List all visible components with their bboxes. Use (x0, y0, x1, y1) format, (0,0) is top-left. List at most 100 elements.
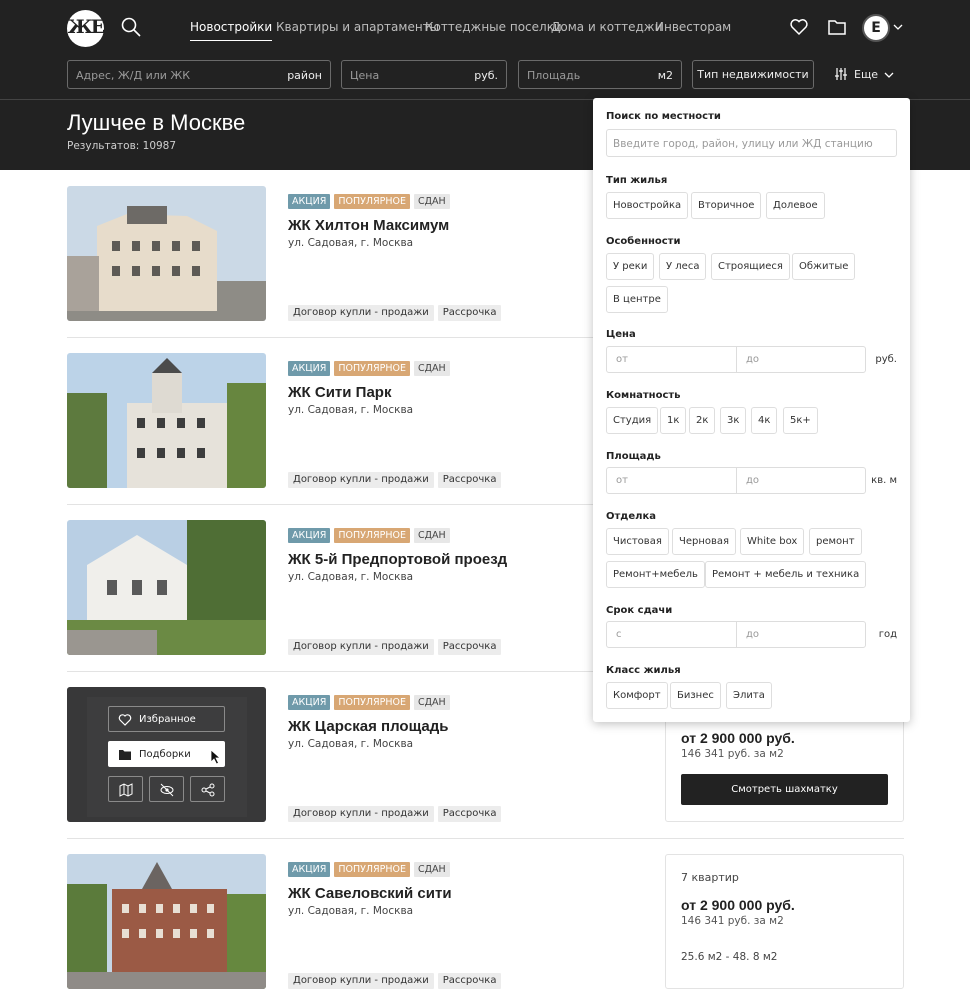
chevron-down-icon[interactable] (893, 22, 903, 32)
share-button[interactable] (190, 776, 225, 802)
share-icon (201, 783, 215, 797)
chip-river[interactable]: У реки (606, 253, 655, 280)
chip-renovation-furniture[interactable]: Ремонт+мебель (606, 561, 705, 588)
popular-badge: ПОПУЛЯРНОЕ (334, 361, 410, 376)
chip-renovation-furniture-appliances[interactable]: Ремонт + мебель и техника (705, 561, 867, 588)
price-per-m2: 146 341 руб. за м2 (681, 748, 784, 760)
chip-3k[interactable]: 3к (720, 407, 747, 434)
location-input[interactable]: Введите город, район, улицу или ЖД станц… (606, 129, 897, 157)
price-input[interactable]: Цена руб. (341, 60, 507, 89)
chip-5k-plus[interactable]: 5к+ (783, 407, 818, 434)
area-title: Площадь (606, 451, 661, 462)
listing-photo[interactable] (67, 520, 266, 655)
promo-badge: АКЦИЯ (288, 361, 331, 376)
listing-photo[interactable] (67, 186, 266, 321)
nav-item-apartments[interactable]: Квартиры и апартаменты (276, 20, 439, 34)
listing-title[interactable]: ЖК Хилтон Максимум (288, 217, 449, 234)
chip-renovation[interactable]: ремонт (809, 528, 862, 555)
area-suffix: м2 (657, 69, 673, 82)
listing-tags: АКЦИЯ ПОПУЛЯРНОЕ СДАН (288, 690, 454, 710)
chip-finish-clean[interactable]: Чистовая (606, 528, 669, 555)
price-from-input[interactable]: от (607, 347, 737, 372)
nav-item-houses[interactable]: Дома и коттеджи (551, 20, 662, 34)
heart-icon[interactable] (789, 17, 809, 37)
listing-address: ул. Садовая, г. Москва (288, 738, 414, 750)
chip-shared[interactable]: Долевое (766, 192, 825, 219)
view-chessboard-button[interactable]: Смотреть шахматку (681, 774, 888, 805)
chip-secondary[interactable]: Вторичное (691, 192, 762, 219)
favorites-label: Избранное (139, 714, 196, 725)
chip-2k[interactable]: 2к (689, 407, 716, 434)
folder-icon[interactable] (827, 17, 847, 37)
chip-inhabited[interactable]: Обжитые (792, 253, 856, 280)
nav-item-new-buildings[interactable]: Новостройки (190, 20, 273, 41)
price-unit: руб. (875, 354, 897, 365)
deadline-range: с до (606, 621, 866, 648)
price-to-input[interactable]: до (737, 347, 866, 372)
price-suffix: руб. (474, 69, 498, 82)
chip-studio[interactable]: Студия (606, 407, 659, 434)
listing-photo[interactable]: Избранное Подборки (67, 687, 266, 822)
listing-bottom-tags: Договор купли - продажи Рассрочка (288, 634, 505, 655)
contract-tag: Договор купли - продажи (288, 806, 434, 822)
price-per-m2: 146 341 руб. за м2 (681, 915, 784, 927)
price-from: от 2 900 000 руб. (681, 897, 795, 913)
deadline-title: Срок сдачи (606, 605, 673, 616)
deadline-to-input[interactable]: до (737, 622, 866, 647)
chip-under-construction[interactable]: Строящиеся (711, 253, 790, 280)
favorites-button[interactable]: Избранное (108, 706, 225, 732)
housing-type-title: Тип жилья (606, 175, 668, 186)
heart-icon (118, 714, 132, 726)
chip-business[interactable]: Бизнес (670, 682, 721, 709)
listing-bottom-tags: Договор купли - продажи Рассрочка (288, 467, 505, 488)
more-filters-label: Еще (854, 68, 879, 81)
price-card: 7 квартир от 2 900 000 руб. 146 341 руб.… (665, 854, 904, 989)
listing-title[interactable]: ЖК Сити Парк (288, 384, 391, 401)
logo[interactable]: ЖЕ (67, 10, 105, 47)
collections-button[interactable]: Подборки (108, 741, 225, 767)
chip-comfort[interactable]: Комфорт (606, 682, 668, 709)
listing-photo[interactable] (67, 353, 266, 488)
class-title: Класс жилья (606, 665, 681, 676)
search-icon[interactable] (120, 16, 142, 38)
nav-item-investors[interactable]: Инвесторам (655, 20, 731, 34)
area-range: 25.6 м2 - 48. 8 м2 (681, 951, 778, 963)
chip-elite[interactable]: Элита (726, 682, 772, 709)
chip-center[interactable]: В центре (606, 286, 668, 313)
chip-white-box[interactable]: White box (740, 528, 805, 555)
popular-badge: ПОПУЛЯРНОЕ (334, 528, 410, 543)
map-button[interactable] (108, 776, 143, 802)
chip-new-building[interactable]: Новостройка (606, 192, 689, 219)
property-type-button[interactable]: Тип недвижимости (692, 60, 814, 89)
nav-item-cottage-villages[interactable]: Коттеджные поселки (425, 20, 562, 34)
address-placeholder: Адрес, Ж/Д или ЖК (76, 69, 191, 82)
listing-title[interactable]: ЖК Савеловский сити (288, 885, 452, 902)
promo-badge: АКЦИЯ (288, 695, 331, 710)
installment-tag: Рассрочка (437, 305, 502, 321)
area-input[interactable]: Площадь м2 (518, 60, 682, 89)
done-badge: СДАН (413, 862, 450, 877)
contract-tag: Договор купли - продажи (288, 639, 434, 655)
chip-1k[interactable]: 1к (660, 407, 687, 434)
listing-bottom-tags: Договор купли - продажи Рассрочка (288, 968, 505, 989)
rooms-title: Комнатность (606, 390, 681, 401)
listing-tags: АКЦИЯ ПОПУЛЯРНОЕ СДАН (288, 189, 454, 209)
listing-bottom-tags: Договор купли - продажи Рассрочка (288, 300, 505, 321)
chip-forest[interactable]: У леса (659, 253, 707, 280)
listing-bottom-tags: Договор купли - продажи Рассрочка (288, 801, 505, 822)
chip-finish-rough[interactable]: Черновая (672, 528, 737, 555)
area-to-input[interactable]: до (737, 468, 866, 493)
avatar[interactable]: E (862, 14, 890, 42)
listing-title[interactable]: ЖК 5-й Предпортовой проезд (288, 551, 507, 568)
area-from-input[interactable]: от (607, 468, 737, 493)
features-title: Особенности (606, 236, 681, 247)
filter-sliders-icon (835, 68, 847, 80)
listing-title[interactable]: ЖК Царская площадь (288, 718, 449, 735)
chip-4k[interactable]: 4к (751, 407, 778, 434)
deadline-from-input[interactable]: с (607, 622, 737, 647)
done-badge: СДАН (413, 528, 450, 543)
listing-photo[interactable] (67, 854, 266, 989)
address-input[interactable]: Адрес, Ж/Д или ЖК район (67, 60, 331, 89)
area-unit: кв. м (871, 475, 897, 486)
hide-button[interactable] (149, 776, 184, 802)
